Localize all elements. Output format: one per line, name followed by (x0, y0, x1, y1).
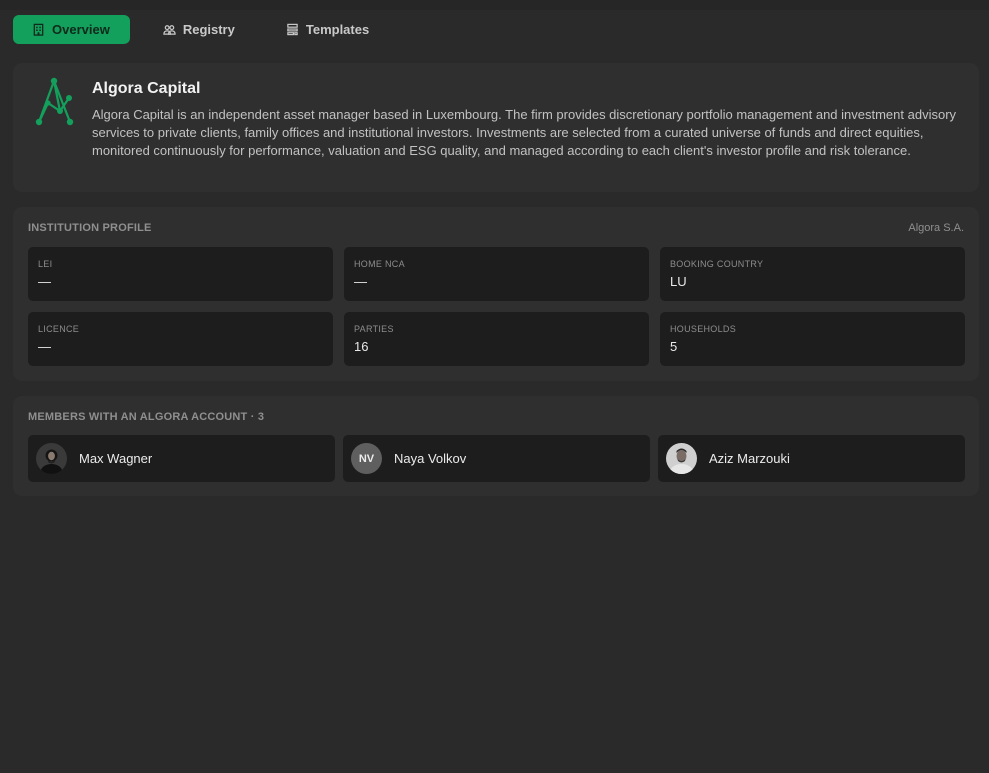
field-label: LEI (38, 259, 53, 269)
profile-section-label: INSTITUTION PROFILE (28, 222, 152, 234)
field-value: — (38, 339, 51, 354)
tab-bar: Overview Registry Templates (13, 15, 401, 44)
institution-name: Algora Capital (92, 80, 201, 97)
avatar (666, 443, 697, 474)
members-card: MEMBERS WITH AN ALGORA ACCOUNT · 3 Max W… (13, 396, 979, 496)
avatar (36, 443, 67, 474)
field-value: LU (670, 274, 687, 289)
members-section-label: MEMBERS WITH AN ALGORA ACCOUNT · 3 (28, 411, 265, 423)
member-item[interactable]: NV Naya Volkov (343, 435, 650, 482)
field-value: 16 (354, 339, 369, 354)
member-item[interactable]: Max Wagner (28, 435, 335, 482)
tab-overview[interactable]: Overview (13, 15, 130, 44)
field-households: HOUSEHOLDS 5 (660, 312, 965, 366)
building-icon (33, 23, 44, 36)
field-value: 5 (670, 339, 678, 354)
tab-templates-label: Templates (305, 22, 370, 37)
field-value: — (354, 274, 367, 289)
member-name: Naya Volkov (394, 451, 467, 466)
field-label: HOME NCA (354, 259, 405, 269)
template-icon (287, 23, 298, 36)
top-strip (0, 0, 989, 10)
institution-about-card: Algora Capital Algora Capital is an inde… (13, 63, 979, 192)
algora-logo (35, 77, 74, 126)
avatar: NV (351, 443, 382, 474)
legal-entity-name: Algora S.A. (908, 222, 964, 234)
member-name: Aziz Marzouki (709, 451, 790, 466)
field-label: BOOKING COUNTRY (670, 259, 764, 269)
members-list: Max Wagner NV Naya Volkov Aziz Marzouki (28, 435, 965, 482)
member-item[interactable]: Aziz Marzouki (658, 435, 965, 482)
field-booking-country: BOOKING COUNTRY LU (660, 247, 965, 301)
profile-fields: LEI — HOME NCA — BOOKING COUNTRY LU LICE… (28, 247, 965, 366)
field-label: LICENCE (38, 324, 80, 334)
users-icon (163, 25, 176, 35)
field-label: HOUSEHOLDS (670, 324, 737, 334)
tab-templates[interactable]: Templates (267, 15, 389, 44)
institution-profile-card: INSTITUTION PROFILE Algora S.A. LEI — HO… (13, 207, 979, 381)
field-label: PARTIES (354, 324, 394, 334)
field-parties: PARTIES 16 (344, 312, 649, 366)
member-name: Max Wagner (79, 451, 153, 466)
field-lei: LEI — (28, 247, 333, 301)
tab-registry[interactable]: Registry (144, 15, 255, 44)
field-licence: LICENCE — (28, 312, 333, 366)
institution-description: Algora Capital is an independent asset m… (92, 107, 957, 158)
tab-overview-label: Overview (52, 22, 110, 37)
field-home-nca: HOME NCA — (344, 247, 649, 301)
field-value: — (38, 274, 51, 289)
tab-registry-label: Registry (182, 22, 235, 37)
